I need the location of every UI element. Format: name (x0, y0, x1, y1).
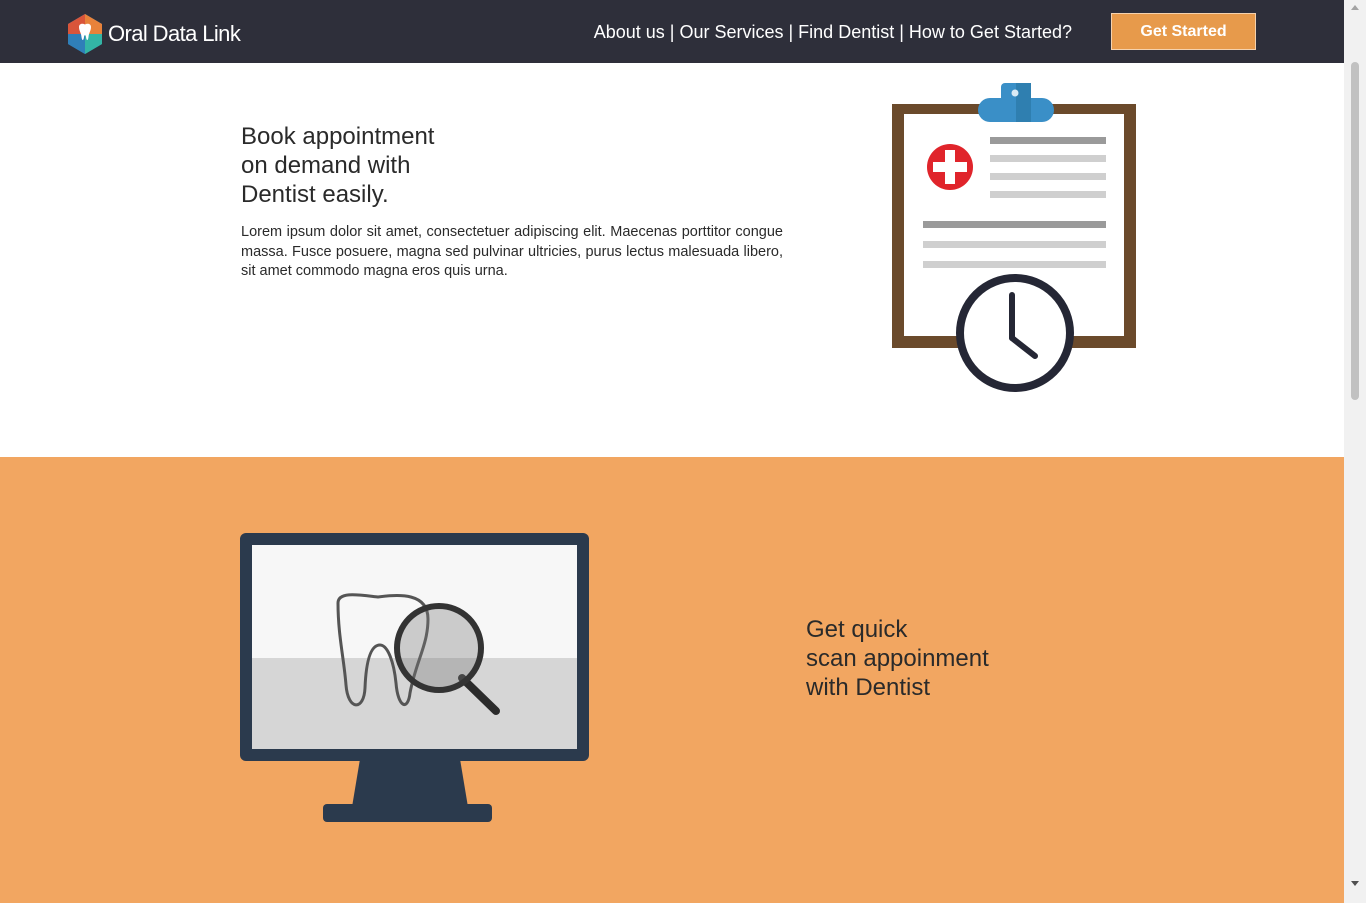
logo-mark-icon (68, 14, 102, 54)
scan-heading: Get quick scan appoinment with Dentist (806, 615, 1106, 702)
heading-line: on demand with (241, 152, 411, 179)
nav-our-services[interactable]: Our Services (679, 22, 783, 43)
main-nav: About us | Our Services | Find Dentist |… (594, 22, 1072, 43)
nav-about-us[interactable]: About us (594, 22, 665, 43)
scrollbar-thumb[interactable] (1351, 62, 1359, 400)
appointment-heading: Book appointment on demand with Dentist … (241, 122, 561, 209)
heading-line: Dentist easily. (241, 181, 389, 208)
nav-find-dentist[interactable]: Find Dentist (798, 22, 894, 43)
vertical-scrollbar[interactable] (1344, 0, 1366, 903)
nav-separator: | (669, 22, 675, 42)
scroll-up-arrow-icon[interactable] (1351, 5, 1359, 10)
logo[interactable]: Oral Data Link (67, 13, 247, 55)
heading-line: scan appoinment (806, 645, 989, 672)
logo-text: Oral Data Link (108, 21, 241, 46)
top-navbar: Oral Data Link About us | Our Services |… (0, 0, 1344, 63)
monitor-tooth-scan-icon (240, 533, 589, 822)
appointment-description: Lorem ipsum dolor sit amet, consectetuer… (241, 224, 783, 279)
nav-separator: | (788, 22, 794, 42)
get-started-button[interactable]: Get Started (1111, 13, 1256, 50)
clipboard-clock-icon (892, 83, 1136, 392)
heading-line: Get quick (806, 616, 908, 643)
heading-line: Book appointment (241, 123, 435, 150)
heading-line: with Dentist (806, 674, 931, 701)
page: Oral Data Link About us | Our Services |… (0, 0, 1344, 903)
scan-section: Get quick scan appoinment with Dentist (0, 457, 1344, 903)
scroll-down-arrow-icon[interactable] (1351, 881, 1359, 886)
nav-how-to-get-started[interactable]: How to Get Started? (909, 22, 1072, 43)
nav-separator: | (899, 22, 904, 42)
appointment-section: Book appointment on demand with Dentist … (0, 63, 1344, 457)
